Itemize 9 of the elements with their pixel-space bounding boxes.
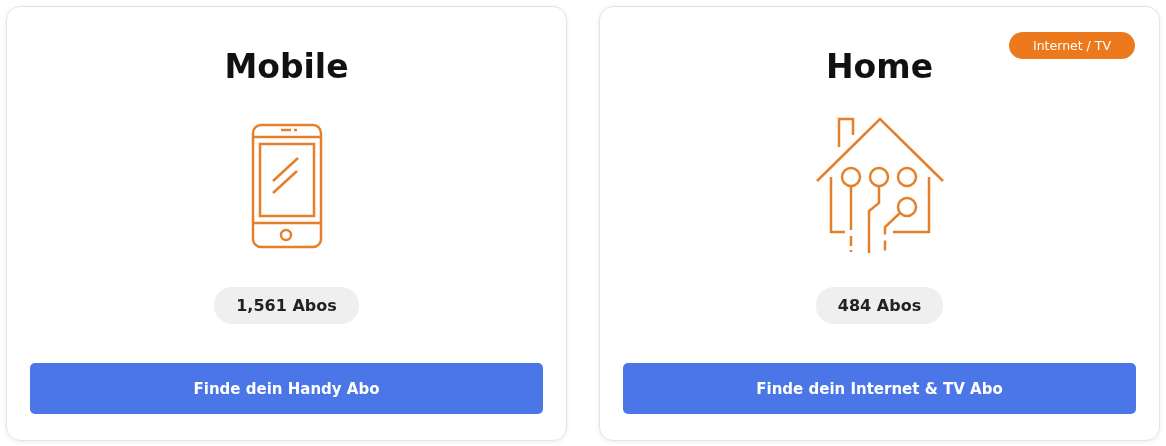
find-button[interactable]: Finde dein Internet & TV Abo — [623, 363, 1136, 414]
subscription-count: 484 Abos — [815, 287, 944, 324]
smartphone-icon — [250, 123, 323, 249]
find-button[interactable]: Finde dein Handy Abo — [30, 363, 543, 414]
card-title: Home — [825, 47, 934, 87]
category-badge: Internet / TV — [1009, 32, 1135, 59]
subscription-count: 1,561 Abos — [214, 287, 359, 324]
card-title: Mobile — [224, 47, 349, 87]
smart-home-icon — [814, 117, 945, 255]
